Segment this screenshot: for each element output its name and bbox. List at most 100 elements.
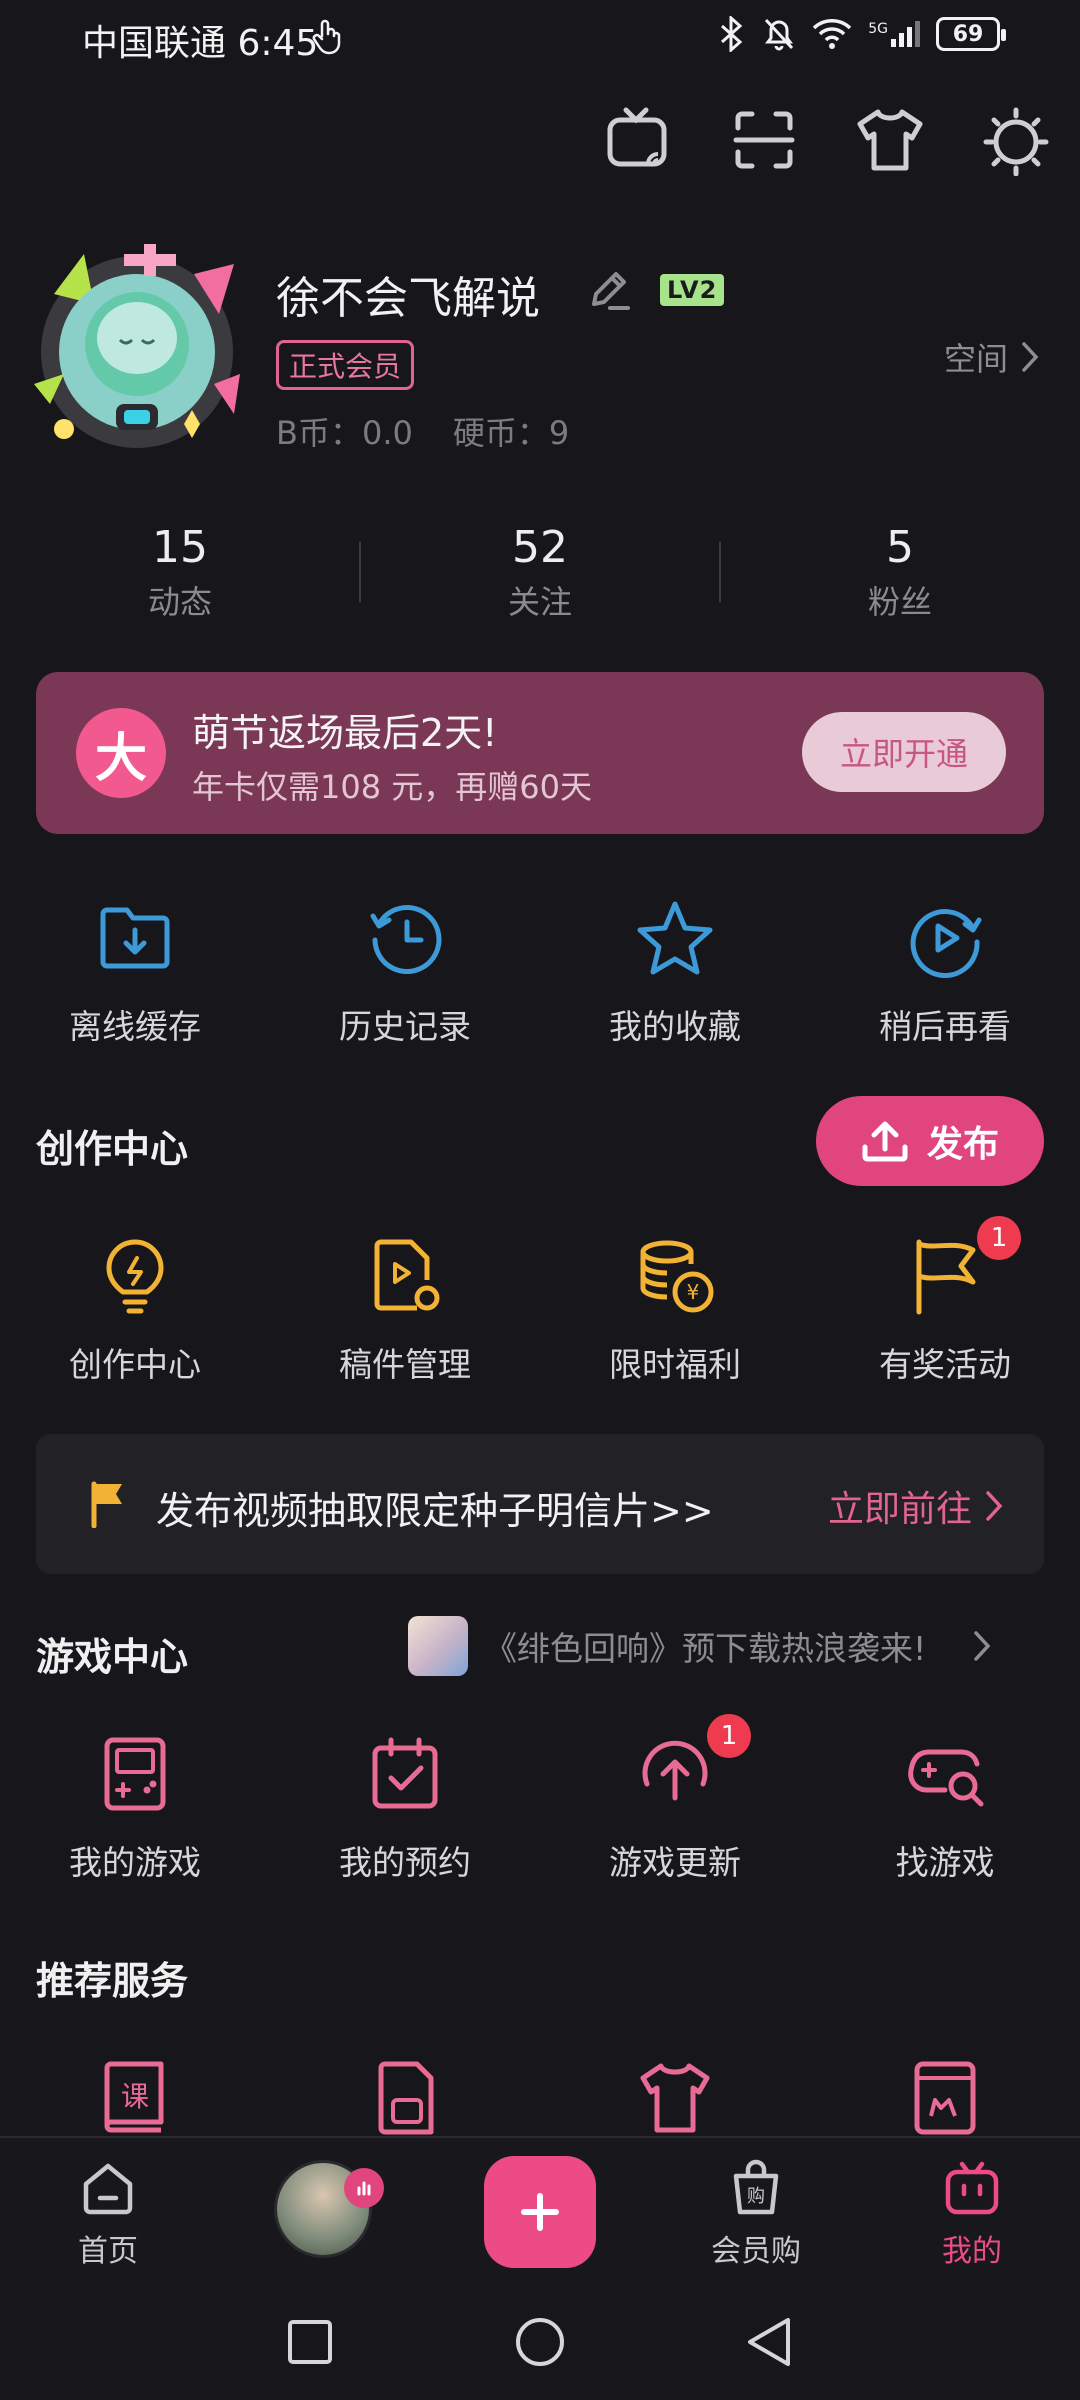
home-circle-icon[interactable]: [514, 2316, 566, 2368]
watch-later-item[interactable]: 稍后再看: [810, 898, 1080, 1048]
watch-later-icon: [905, 898, 985, 978]
nav-mine-label: 我的: [942, 2234, 1002, 2269]
stat-fans[interactable]: 5 粉丝: [720, 522, 1080, 623]
avatar[interactable]: [24, 234, 250, 464]
live-bars-icon: [344, 2168, 384, 2208]
scan-icon[interactable]: [728, 104, 800, 176]
space-link[interactable]: 空间: [944, 334, 1040, 380]
nav-create-plus-button[interactable]: [484, 2156, 596, 2268]
creator-center-item[interactable]: 创作中心: [0, 1236, 270, 1386]
manuscript-manage-item[interactable]: 稿件管理: [270, 1236, 540, 1386]
game-promo-link[interactable]: 《绯色回响》预下载热浪袭来!: [408, 1616, 992, 1676]
my-games-item[interactable]: 我的游戏: [0, 1734, 270, 1884]
svg-text:购: 购: [747, 2186, 765, 2207]
back-triangle-icon[interactable]: [744, 2316, 794, 2368]
tv-mascot-icon: [945, 2161, 999, 2215]
item-label: 稿件管理: [339, 1345, 471, 1384]
status-carrier-time: 中国联通 6:45: [82, 23, 319, 64]
mascot-card-icon[interactable]: [905, 2060, 985, 2136]
level-badge: LV2: [660, 274, 725, 306]
touch-hand-icon: [312, 18, 342, 56]
home-icon: [83, 2163, 133, 2215]
offline-cache-item[interactable]: 离线缓存: [0, 898, 270, 1048]
notification-badge: 1: [977, 1216, 1021, 1260]
svg-text:¥: ¥: [687, 1280, 700, 1304]
flag-icon: 1: [905, 1216, 1021, 1316]
go-now-link[interactable]: 立即前往: [828, 1480, 1004, 1532]
system-nav-bar: [0, 2288, 1080, 2400]
network-type: 5G: [868, 21, 888, 37]
game-section-title: 游戏中心: [36, 1635, 189, 1679]
vip-promo-banner[interactable]: 大 萌节返场最后2天! 年卡仅需108 元，再赠60天 立即开通: [36, 672, 1044, 834]
promo-title: 萌节返场最后2天!: [192, 711, 498, 755]
vip-logo-icon: 大: [76, 708, 166, 798]
item-label: 找游戏: [895, 1843, 995, 1882]
shirt-icon[interactable]: [635, 2060, 715, 2136]
nav-vip-shop[interactable]: 购 会员购: [676, 2158, 836, 2270]
svg-text:课: 课: [121, 2080, 149, 2113]
nav-mine[interactable]: 我的: [892, 2158, 1052, 2270]
chevron-right-icon: [974, 1631, 991, 1661]
sim-card-icon[interactable]: [365, 2060, 445, 2136]
services-section-title: 推荐服务: [36, 1959, 189, 2003]
creator-event-banner[interactable]: 发布视频抽取限定种子明信片>> 立即前往: [36, 1434, 1044, 1574]
space-label: 空间: [943, 340, 1008, 378]
status-icons: 5G 69: [718, 16, 1006, 52]
reward-activity-item[interactable]: 1 有奖活动: [810, 1216, 1080, 1386]
history-item[interactable]: 历史记录: [270, 898, 540, 1048]
calendar-check-icon: [365, 1734, 445, 1814]
my-reservations-item[interactable]: 我的预约: [270, 1734, 540, 1884]
stat-dynamics[interactable]: 15 动态: [0, 522, 360, 623]
item-label: 限时福利: [609, 1345, 741, 1384]
stat-label: 粉丝: [867, 583, 932, 621]
download-folder-icon: [95, 898, 175, 978]
shopping-bag-icon: 购: [733, 2159, 779, 2215]
mute-bell-icon: [765, 18, 794, 51]
item-label: 稍后再看: [879, 1007, 1011, 1046]
promo-subtitle: 年卡仅需108 元，再赠60天: [192, 768, 592, 806]
coin-balances: B币：0.0 硬币：9: [276, 408, 569, 454]
item-label: 历史记录: [339, 1007, 471, 1046]
history-clock-icon: [365, 898, 445, 978]
banner-text: 发布视频抽取限定种子明信片>>: [156, 1489, 714, 1533]
favorites-item[interactable]: 我的收藏: [540, 898, 810, 1048]
edit-pencil-icon[interactable]: [586, 266, 632, 312]
theme-shirt-icon[interactable]: [854, 104, 926, 176]
item-label: 我的预约: [339, 1843, 471, 1882]
cast-tv-icon[interactable]: [604, 104, 676, 176]
open-vip-button[interactable]: 立即开通: [802, 712, 1006, 792]
plus-icon: [521, 2193, 559, 2231]
item-label: 有奖活动: [879, 1345, 1011, 1384]
go-now-label: 立即前往: [827, 1489, 972, 1530]
vip-badge[interactable]: 正式会员: [276, 340, 415, 390]
stat-label: 关注: [507, 583, 572, 621]
coins-icon: ¥: [635, 1236, 715, 1316]
game-thumbnail: [408, 1616, 468, 1676]
wifi-icon: [813, 19, 852, 49]
nav-home[interactable]: 首页: [28, 2158, 188, 2270]
stat-following[interactable]: 52 关注: [360, 522, 720, 623]
star-icon: [635, 898, 715, 978]
status-bar: 中国联通 6:45 5G 69: [0, 0, 1080, 76]
username[interactable]: 徐不会飞解说: [276, 262, 540, 326]
course-book-icon[interactable]: 课: [95, 2060, 175, 2136]
cell-signal-icon: 5G: [868, 21, 920, 47]
find-games-item[interactable]: 找游戏: [810, 1734, 1080, 1884]
coin-balance[interactable]: 硬币：9: [453, 408, 569, 454]
b-coin-balance[interactable]: B币：0.0: [276, 408, 413, 454]
limited-benefit-item[interactable]: ¥ 限时福利: [540, 1236, 810, 1386]
chevron-right-icon: [986, 1491, 1003, 1521]
yellow-flag-icon: [88, 1480, 128, 1528]
game-update-item[interactable]: 1 游戏更新: [540, 1714, 810, 1884]
battery-level: 69: [952, 21, 984, 47]
manuscript-icon: [365, 1236, 445, 1316]
settings-sun-icon[interactable]: [980, 104, 1052, 176]
game-promo-text: 《绯色回响》预下载热浪袭来!: [484, 1629, 927, 1668]
stat-value: 5: [886, 522, 914, 573]
chevron-right-icon: [1022, 342, 1039, 372]
update-arrow-icon: 1: [635, 1714, 751, 1814]
recent-apps-square-icon[interactable]: [286, 2318, 334, 2366]
notification-badge: 1: [707, 1714, 751, 1758]
nav-home-label: 首页: [78, 2234, 138, 2269]
publish-button[interactable]: 发布: [816, 1096, 1044, 1186]
